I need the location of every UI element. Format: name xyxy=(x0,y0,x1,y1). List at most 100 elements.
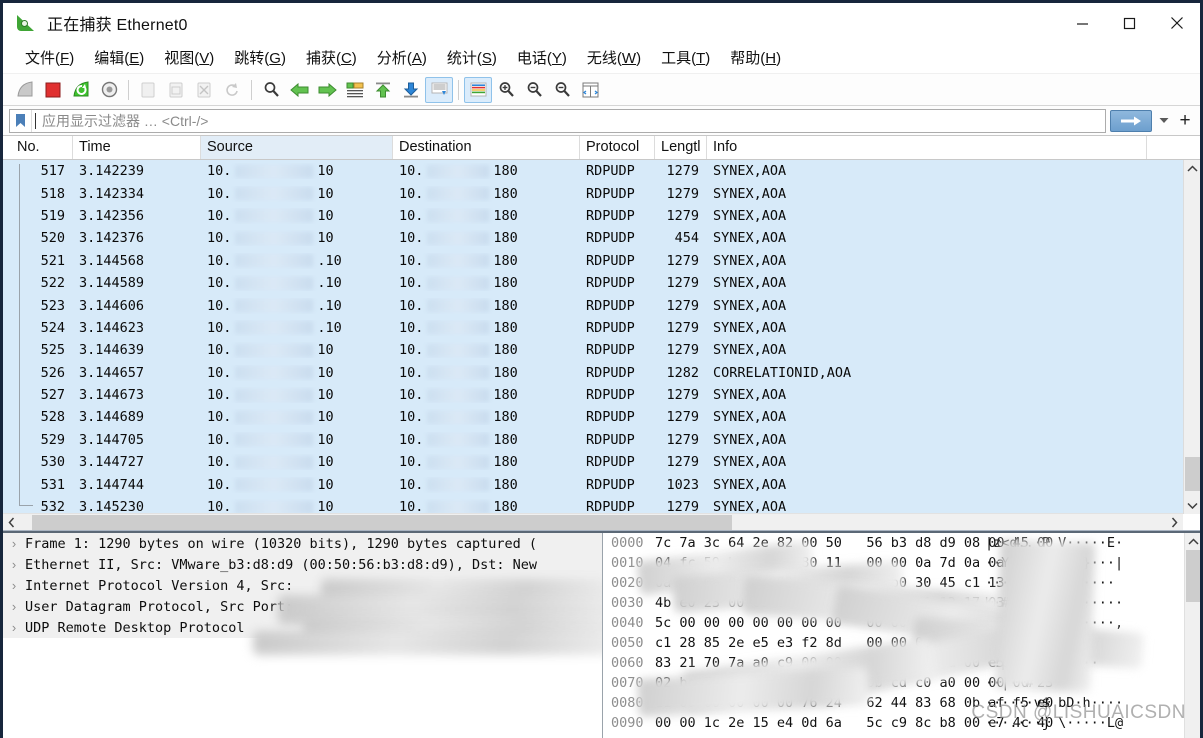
resize-columns-icon[interactable] xyxy=(576,77,604,103)
apply-filter-button[interactable] xyxy=(1110,109,1152,132)
table-row[interactable]: 525 3.144639 10. 10 10. 180 RDPUDP 1279 SYNEX,AO… xyxy=(3,339,1183,362)
menu-item-go[interactable]: 跳转(G) xyxy=(224,44,296,72)
cell-source-prefix: 10. xyxy=(207,230,232,247)
table-row[interactable]: 523 3.144606 10. .10 10. 180 RDPUDP 1279 SYNEX,A… xyxy=(3,294,1183,317)
expand-chevron-icon[interactable]: › xyxy=(3,599,25,614)
capture-options-icon[interactable] xyxy=(95,77,123,103)
table-row[interactable]: 521 3.144568 10. .10 10. 180 RDPUDP 1279 SYNEX,A… xyxy=(3,249,1183,272)
redacted-destination-octets xyxy=(427,500,490,514)
hex-scroll-up-button[interactable] xyxy=(1185,533,1200,550)
hex-scroll-thumb[interactable] xyxy=(1186,550,1200,602)
column-header-info[interactable]: Info xyxy=(707,136,1147,159)
cell-dst: 10. 180 xyxy=(393,409,580,425)
table-row[interactable]: 531 3.144744 10. 10 10. 180 RDPUDP 1023 SYNEX,AO… xyxy=(3,473,1183,496)
table-row[interactable]: 530 3.144727 10. 10 10. 180 RDPUDP 1279 SYNEX,AO… xyxy=(3,451,1183,474)
menu-item-analyze[interactable]: 分析(A) xyxy=(367,44,437,72)
column-header-time[interactable]: Time xyxy=(73,136,201,159)
vertical-scroll-thumb[interactable] xyxy=(1184,457,1200,491)
expand-chevron-icon[interactable]: › xyxy=(3,578,25,593)
go-last-packet-icon[interactable] xyxy=(397,77,425,103)
zoom-in-icon[interactable] xyxy=(492,77,520,103)
table-row[interactable]: 517 3.142239 10. 10 10. 180 RDPUDP 1279 SYNEX,AO… xyxy=(3,160,1183,183)
cell-destination-prefix: 10. xyxy=(399,275,424,292)
filter-history-dropdown[interactable] xyxy=(1154,109,1174,133)
hex-dump-row[interactable]: 0000 7c 7a 3c 64 2e 82 00 50 56 b3 d8 d9 … xyxy=(603,533,1200,553)
restart-capture-icon[interactable] xyxy=(67,77,95,103)
colorize-packets-icon[interactable] xyxy=(464,76,492,103)
detail-tree-row[interactable]: › Ethernet II, Src: VMware_b3:d8:d9 (00:5… xyxy=(3,554,602,575)
redacted-destination-octets xyxy=(427,410,490,424)
column-header-src[interactable]: Source xyxy=(201,136,393,159)
find-packet-icon[interactable] xyxy=(257,77,285,103)
menu-item-file[interactable]: 文件(F) xyxy=(15,44,84,72)
column-header-dst[interactable]: Destination xyxy=(393,136,580,159)
table-row[interactable]: 526 3.144657 10. 10 10. 180 RDPUDP 1282 CORRELAT… xyxy=(3,361,1183,384)
cell-proto: RDPUDP xyxy=(586,499,635,514)
mnemonic-key: Y xyxy=(551,50,562,67)
scroll-down-button[interactable] xyxy=(1184,497,1201,514)
table-row[interactable]: 529 3.144705 10. 10 10. 180 RDPUDP 1279 SYNEX,AO… xyxy=(3,428,1183,452)
cell-dst: 10. 180 xyxy=(393,230,580,246)
cell-len: 1282 xyxy=(666,364,699,381)
zoom-reset-icon[interactable] xyxy=(548,77,576,103)
cell-source-prefix: 10. xyxy=(207,185,232,202)
menu-item-statistics[interactable]: 统计(S) xyxy=(437,44,507,72)
auto-scroll-icon[interactable] xyxy=(425,76,453,103)
packet-list-body[interactable]: 517 3.142239 10. 10 10. 180 RDPUDP 1279 SYNEX,AO… xyxy=(3,160,1200,530)
table-row[interactable]: 518 3.142334 10. 10 10. 180 RDPUDP 1279 SYNEX,AO… xyxy=(3,182,1183,205)
table-row[interactable]: 519 3.142356 10. 10 10. 180 RDPUDP 1279 SYNEX,AO… xyxy=(3,204,1183,228)
table-row[interactable]: 524 3.144623 10. .10 10. 180 RDPUDP 1279 SYNEX,A… xyxy=(3,316,1183,340)
table-row[interactable]: 528 3.144689 10. 10 10. 180 RDPUDP 1279 SYNEX,AO… xyxy=(3,406,1183,429)
column-header-len[interactable]: Lengtl xyxy=(655,136,707,159)
detail-tree-row[interactable]: › Frame 1: 1290 bytes on wire (10320 bits… xyxy=(3,533,602,554)
expand-chevron-icon[interactable]: › xyxy=(3,557,25,572)
zoom-out-icon[interactable] xyxy=(520,77,548,103)
menu-item-capture[interactable]: 捕获(C) xyxy=(296,44,367,72)
go-back-icon[interactable] xyxy=(285,77,313,103)
minimize-button[interactable] xyxy=(1059,3,1106,43)
hex-offset: 0000 xyxy=(611,535,644,551)
hex-dump-row[interactable]: 0090 00 00 1c 2e 15 e4 0d 6a 5c c9 8c b8 … xyxy=(603,713,1200,733)
menu-item-tools[interactable]: 工具(T) xyxy=(651,44,720,72)
table-row[interactable]: 527 3.144673 10. 10 10. 180 RDPUDP 1279 SYNEX,AO… xyxy=(3,383,1183,407)
cell-src: 10. 10 xyxy=(201,477,393,493)
scroll-up-button[interactable] xyxy=(1184,160,1201,177)
table-row[interactable]: 520 3.142376 10. 10 10. 180 RDPUDP 454 SYNEX,AOA xyxy=(3,227,1183,250)
go-forward-icon[interactable] xyxy=(313,77,341,103)
menu-item-help[interactable]: 帮助(H) xyxy=(720,44,791,72)
vertical-scroll-track[interactable] xyxy=(1184,177,1201,497)
maximize-button[interactable] xyxy=(1106,3,1153,43)
table-row[interactable]: 522 3.144589 10. .10 10. 180 RDPUDP 1279 SYNEX,A… xyxy=(3,271,1183,295)
packet-list-vertical-scrollbar[interactable] xyxy=(1183,160,1200,514)
expand-chevron-icon[interactable]: › xyxy=(3,536,25,551)
cell-len: 1279 xyxy=(666,275,699,292)
packet-list-horizontal-scrollbar[interactable] xyxy=(3,513,1183,530)
column-header-proto[interactable]: Protocol xyxy=(580,136,655,159)
go-first-packet-icon[interactable] xyxy=(369,77,397,103)
filter-input-container[interactable] xyxy=(9,108,1106,133)
filter-bookmark-icon[interactable] xyxy=(10,109,32,132)
add-filter-button[interactable]: + xyxy=(1174,109,1196,133)
start-capture-icon[interactable] xyxy=(11,77,39,103)
stop-capture-icon[interactable] xyxy=(39,77,67,103)
expand-chevron-icon[interactable]: › xyxy=(3,620,25,635)
close-button[interactable] xyxy=(1153,3,1200,43)
packet-bytes-pane[interactable]: 0000 7c 7a 3c 64 2e 82 00 50 56 b3 d8 d9 … xyxy=(603,533,1200,738)
display-filter-input[interactable] xyxy=(36,109,1105,132)
menu-item-edit[interactable]: 编辑(E) xyxy=(84,44,154,72)
packet-details-pane[interactable]: › Frame 1: 1290 bytes on wire (10320 bits… xyxy=(3,533,603,738)
menu-item-view[interactable]: 视图(V) xyxy=(154,44,224,72)
column-header-no[interactable]: No. xyxy=(11,136,73,159)
menu-item-telephony[interactable]: 电话(Y) xyxy=(507,44,577,72)
table-row[interactable]: 532 3.145230 10. 10 10. 180 RDPUDP 1279 SYNEX,AO… xyxy=(3,495,1183,514)
scroll-left-button[interactable] xyxy=(3,514,20,531)
hex-vertical-scrollbar[interactable] xyxy=(1184,533,1200,738)
horizontal-scroll-thumb[interactable] xyxy=(32,514,732,530)
menu-item-wireless[interactable]: 无线(W) xyxy=(577,44,651,72)
cell-time: 3.145230 xyxy=(79,499,145,514)
scroll-right-button[interactable] xyxy=(1166,514,1183,531)
cell-dst: 10. 180 xyxy=(393,387,580,403)
menu-item-mnemonic: (A) xyxy=(406,50,427,67)
horizontal-scroll-track[interactable] xyxy=(20,514,1166,531)
go-to-packet-icon[interactable] xyxy=(341,77,369,103)
